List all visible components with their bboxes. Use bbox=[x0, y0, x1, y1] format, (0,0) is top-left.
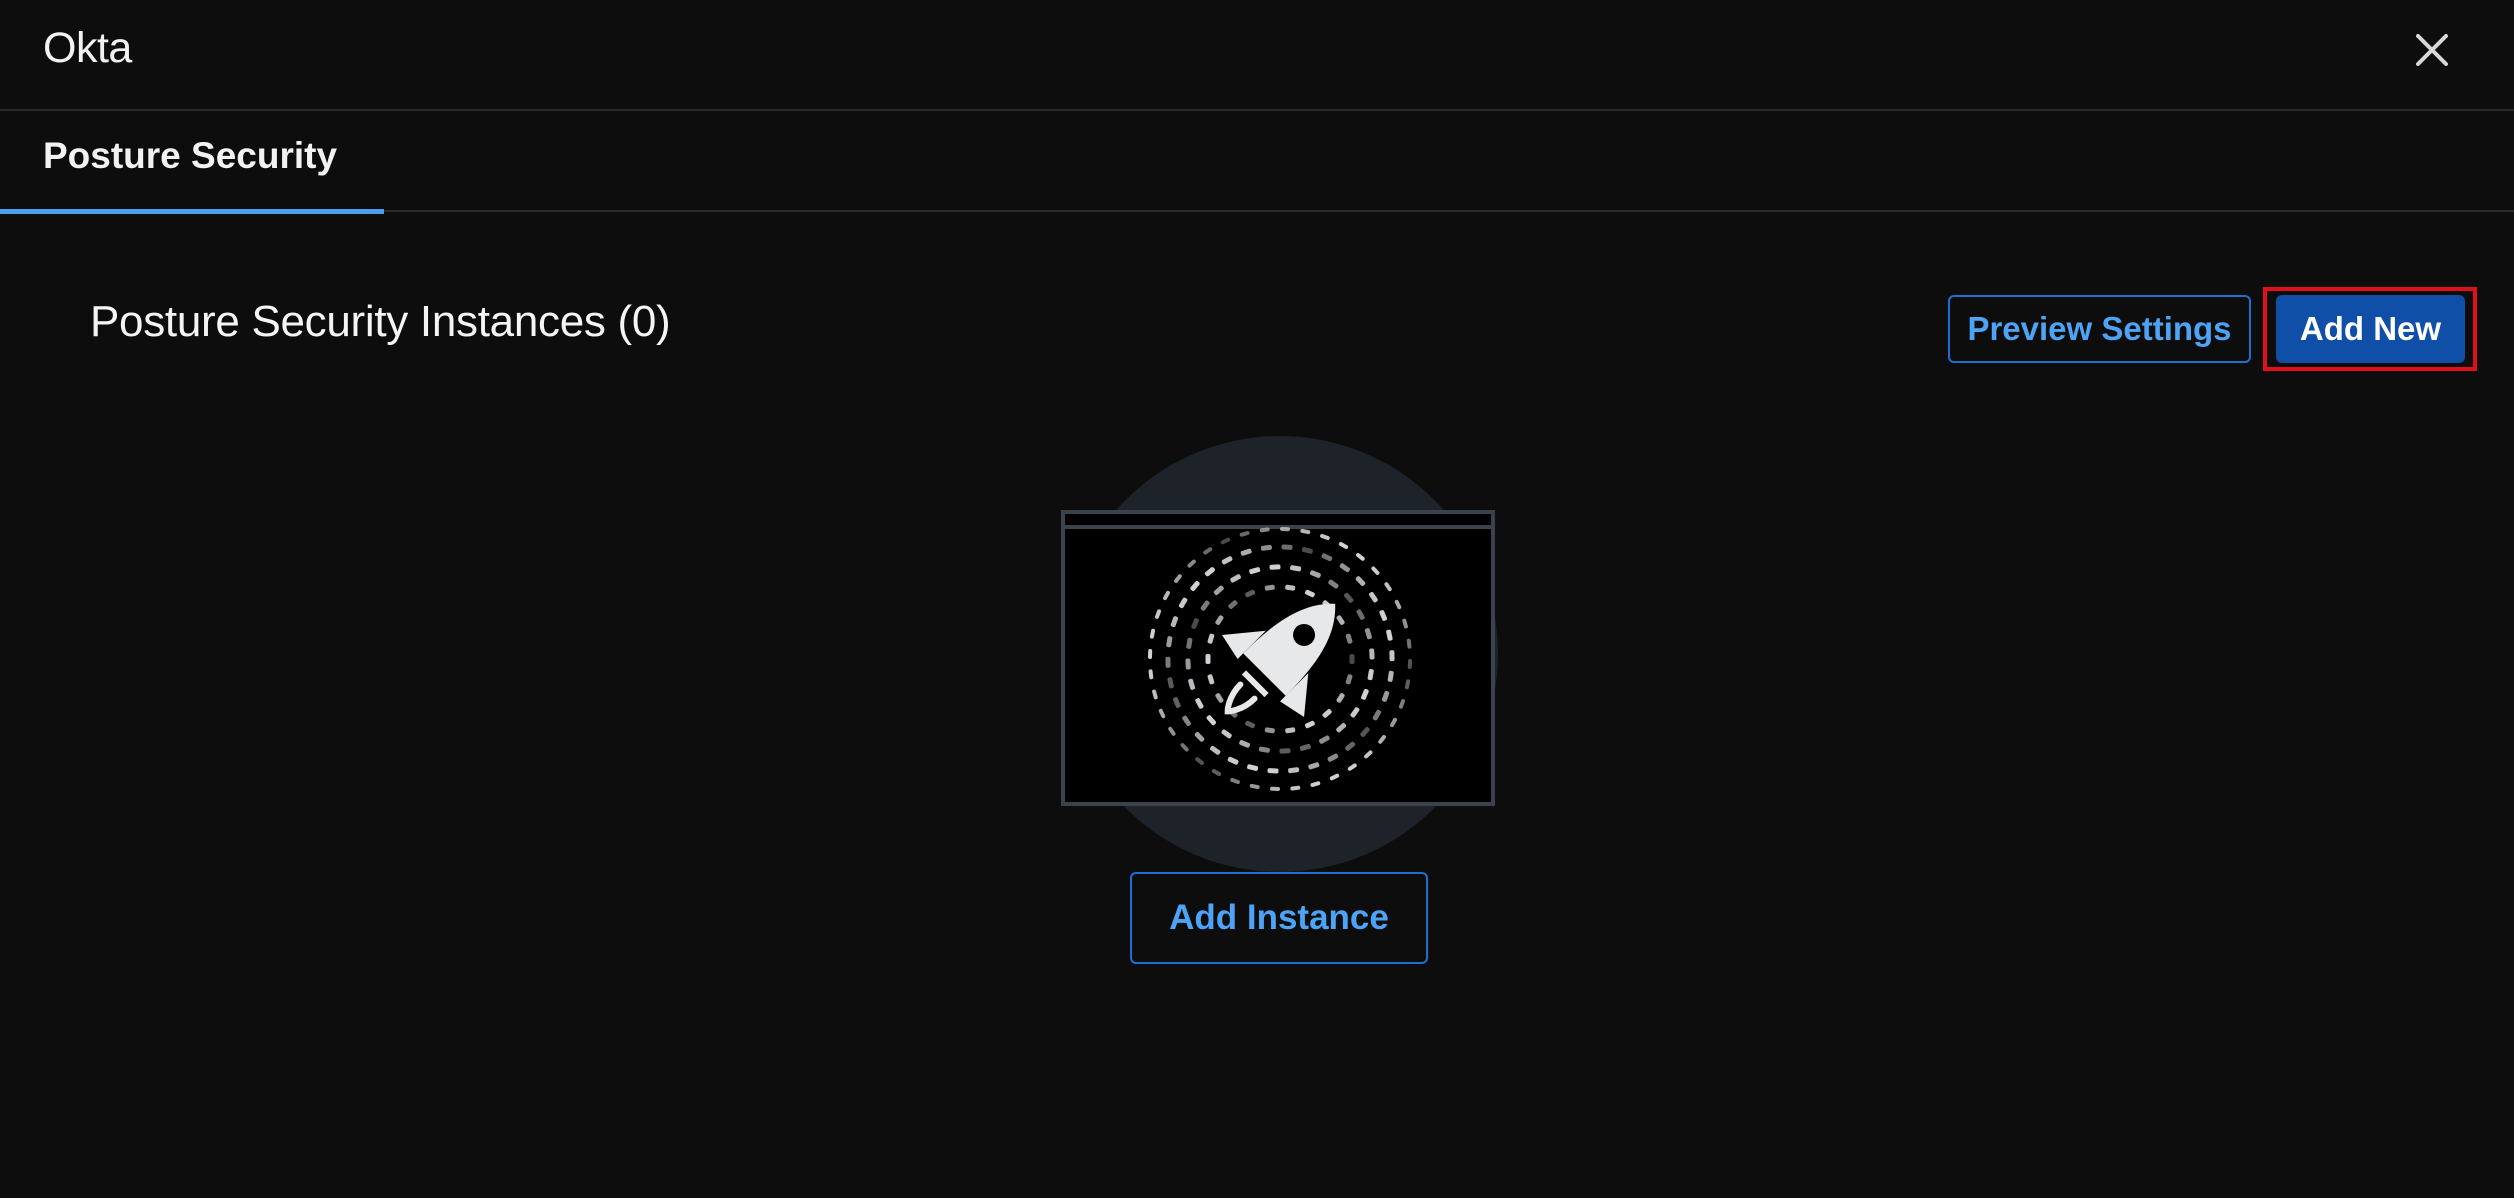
decor-dot bbox=[1270, 786, 1280, 792]
decor-dot bbox=[1279, 748, 1291, 754]
decor-dot bbox=[1205, 654, 1211, 664]
close-button[interactable] bbox=[2412, 30, 2452, 70]
dialog-title: Okta bbox=[43, 24, 132, 72]
preview-settings-button[interactable]: Preview Settings bbox=[1948, 295, 2251, 363]
close-icon bbox=[2416, 34, 2448, 66]
active-tab-indicator bbox=[0, 209, 384, 214]
decor-dot bbox=[1369, 648, 1375, 660]
decor-dot bbox=[1407, 659, 1413, 669]
tab-bar: Posture Security bbox=[0, 111, 2514, 214]
add-instance-button[interactable]: Add Instance bbox=[1130, 872, 1428, 964]
decor-dot bbox=[1267, 768, 1279, 774]
decor-dot bbox=[1389, 650, 1395, 662]
tab-label: Posture Security bbox=[43, 135, 338, 176]
tab-posture-security[interactable]: Posture Security bbox=[0, 111, 384, 214]
decor-dot bbox=[1165, 656, 1171, 668]
decor-dot bbox=[1281, 544, 1293, 550]
decor-dot bbox=[1280, 526, 1290, 532]
okta-dialog: Okta Posture Security Posture Security I… bbox=[0, 0, 2514, 1198]
add-new-button[interactable]: Add New bbox=[2276, 295, 2465, 363]
dialog-header: Okta bbox=[0, 0, 2514, 111]
section-title: Posture Security Instances (0) bbox=[90, 297, 671, 346]
empty-state-illustration bbox=[1060, 436, 1500, 876]
decor-dot bbox=[1147, 649, 1153, 659]
decor-dot bbox=[1185, 658, 1191, 670]
decor-dot bbox=[1349, 654, 1355, 664]
decor-dot bbox=[1269, 564, 1281, 570]
